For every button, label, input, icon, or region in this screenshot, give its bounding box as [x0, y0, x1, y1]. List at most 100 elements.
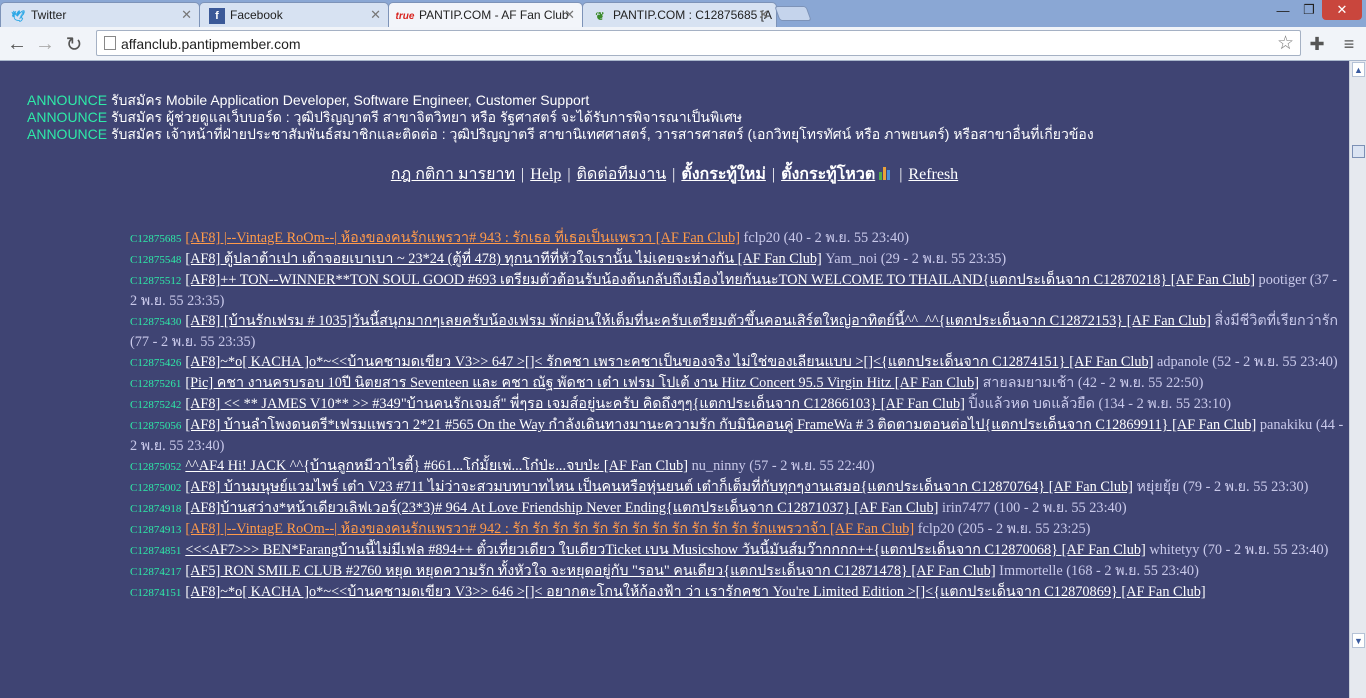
topic-id: C12875056 [130, 420, 182, 432]
topic-id: C12875512 [130, 275, 182, 287]
menu-separator: | [771, 166, 776, 183]
topic-title-link[interactable]: [AF8] บ้านลำโพงดนตรี*เฟรมแพรวา 2*21 #565… [185, 417, 1256, 433]
topic-row: C12874217 [AF5] RON SMILE CLUB #2760 หยุด… [130, 561, 1345, 582]
topic-title-link[interactable]: [AF8] |--VintagE RoOm--| ห้องของคนรักแพร… [185, 230, 740, 246]
tab-facebook[interactable]: f Facebook ✕ [199, 2, 389, 27]
facebook-icon: f [209, 8, 225, 24]
topic-meta: fclp20 (40 - 2 พ.ย. 55 23:40) [739, 230, 910, 246]
scroll-down-arrow-icon[interactable]: ▼ [1352, 633, 1365, 648]
vertical-scrollbar[interactable]: ▲ ▼ [1349, 61, 1366, 698]
topic-title-link[interactable]: [Pic] คชา งานครบรอบ 10ปี นิตยสาร Sevente… [185, 375, 979, 391]
bookmark-star-icon[interactable]: ☆ [1277, 32, 1294, 55]
topic-meta: หยุ่ยยุ้ย (79 - 2 พ.ย. 55 23:30) [1132, 479, 1309, 495]
tab-pantip-topic[interactable]: ❦ PANTIP.COM : C12875685 [A ✕ [582, 2, 777, 27]
topic-id: C12875261 [130, 378, 182, 390]
topic-title-link[interactable]: <<<AF7>>> BEN*Farangบ้านนี้ไม่มีเฟล #894… [185, 542, 1145, 558]
close-tab-icon[interactable]: ✕ [370, 7, 381, 23]
true-logo-icon: true [395, 10, 415, 22]
announcement-text: รับสมัคร Mobile Application Developer, S… [107, 92, 590, 108]
new-poll-link[interactable]: ตั้งกระทู้โหวต [781, 166, 875, 183]
topic-title-link[interactable]: ^^AF4 Hi! JACK ^^{บ้านลูกหมีวาไรตี้} #66… [185, 458, 688, 474]
topic-meta: adpanole (52 - 2 พ.ย. 55 23:40) [1153, 354, 1338, 370]
back-arrow-icon[interactable]: ← [4, 31, 30, 57]
extensions-puzzle-icon[interactable]: ✚ [1304, 31, 1330, 57]
topic-title-link[interactable]: [AF5] RON SMILE CLUB #2760 หยุด หยุดความ… [185, 563, 995, 579]
topic-id: C12874851 [130, 545, 182, 557]
close-window-button[interactable]: ✕ [1322, 0, 1362, 20]
topic-id: C12875242 [130, 399, 182, 411]
topic-title-link[interactable]: [AF8] ตู้ปลาต้าเปา เต้าจอยเบาเบา ~ 23*24… [185, 251, 821, 267]
topic-title-link[interactable]: [AF8]~*o[ KACHA ]o*~<<บ้านคชามดเขียว V3>… [185, 584, 1205, 600]
topic-meta: fclp20 (205 - 2 พ.ย. 55 23:25) [914, 521, 1091, 537]
tab-strip: 🕊 Twitter ✕ f Facebook ✕ true PANTIP.COM… [0, 0, 1366, 28]
topic-meta: irin7477 (100 - 2 พ.ย. 55 23:40) [938, 500, 1127, 516]
close-tab-icon[interactable]: ✕ [181, 7, 192, 23]
topic-row: C12875426 [AF8]~*o[ KACHA ]o*~<<บ้านคชามด… [130, 352, 1345, 373]
page-content: ANNOUNCE รับสมัคร Mobile Application Dev… [0, 61, 1349, 698]
menu-icon[interactable]: ≡ [1336, 31, 1362, 57]
tab-label: PANTIP.COM : C12875685 [A [613, 8, 772, 22]
topic-title-link[interactable]: [AF8] บ้านมนุษย์แวมไพร์ เต๋า V23 #711 ไม… [185, 479, 1133, 495]
menu-separator: | [672, 166, 676, 183]
new-tab-button[interactable] [774, 6, 812, 21]
topic-list: C12875685 [AF8] |--VintagE RoOm--| ห้องขอ… [130, 228, 1345, 603]
topic-id: C12875430 [130, 316, 182, 328]
menu-separator: | [899, 166, 903, 183]
tab-label: Twitter [31, 8, 67, 22]
topic-id: C12875685 [130, 233, 182, 245]
menu-separator: | [567, 166, 571, 183]
announcement-text: รับสมัคร ผู้ช่วยดูแลเว็บบอร์ด : วุฒิปริญ… [107, 109, 743, 125]
topic-id: C12875002 [130, 482, 182, 494]
scrollbar-thumb[interactable] [1352, 145, 1365, 158]
toolbar: ← → ↻ affanclub.pantipmember.com ☆ ✚ ≡ [0, 27, 1366, 61]
reload-icon[interactable]: ↻ [61, 31, 87, 57]
topic-title-link[interactable]: [AF8] [บ้านรักเฟรม # 1035]วันนี้สนุกมากๆ… [185, 313, 1211, 329]
minimize-button[interactable]: — [1270, 0, 1296, 20]
topic-row: C12875242 [AF8] << ** JAMES V10** >> #349… [130, 394, 1345, 415]
topic-row: C12875685 [AF8] |--VintagE RoOm--| ห้องขอ… [130, 228, 1345, 249]
topic-title-link[interactable]: [AF8]บ้านสว่าง*หน้าเดียวเลิฟเวอร์(23*3)#… [185, 500, 938, 516]
topic-row: C12875002 [AF8] บ้านมนุษย์แวมไพร์ เต๋า V2… [130, 477, 1345, 498]
announce-keyword: ANNOUNCE [27, 92, 108, 108]
scroll-up-arrow-icon[interactable]: ▲ [1352, 62, 1365, 77]
topic-title-link[interactable]: [AF8] |--VintagE RoOm--| ห้องของคนรักแพร… [185, 521, 914, 537]
forward-arrow-icon[interactable]: → [32, 31, 58, 57]
maximize-button[interactable]: ❐ [1296, 0, 1322, 20]
topic-row: C12874851 <<<AF7>>> BEN*Farangบ้านนี้ไม่ม… [130, 540, 1345, 561]
topic-id: C12875426 [130, 357, 182, 369]
topic-meta: ปิ้งแล้วหด บดแล้วยืด (134 - 2 พ.ย. 55 23… [964, 396, 1232, 412]
announcement-text: รับสมัคร เจ้าหน้าที่ฝ่ายประชาสัมพันธ์สมา… [107, 126, 1094, 142]
topic-id: C12874151 [130, 587, 182, 599]
topic-row: C12874913 [AF8] |--VintagE RoOm--| ห้องขอ… [130, 519, 1345, 540]
tab-pantip-affanclub[interactable]: true PANTIP.COM - AF Fan Club ✕ [388, 2, 583, 28]
topic-id: C12874913 [130, 524, 182, 536]
topic-meta: whitetyy (70 - 2 พ.ย. 55 23:40) [1145, 542, 1329, 558]
contact-link[interactable]: ติดต่อทีมงาน [577, 166, 667, 183]
announce-keyword: ANNOUNCE [27, 109, 108, 125]
new-topic-link[interactable]: ตั้งกระทู้ใหม่ [681, 166, 766, 183]
tab-label: Facebook [230, 8, 283, 22]
topic-id: C12875052 [130, 461, 182, 473]
url-text[interactable]: affanclub.pantipmember.com [121, 36, 301, 52]
topic-title-link[interactable]: [AF8] << ** JAMES V10** >> #349"บ้านคนรั… [185, 396, 965, 412]
topic-id: C12875548 [130, 254, 182, 266]
topic-title-link[interactable]: [AF8]++ TON--WINNER**TON SOUL GOOD #693 … [185, 272, 1255, 288]
close-tab-icon[interactable]: ✕ [758, 7, 769, 23]
refresh-link[interactable]: Refresh [908, 166, 958, 183]
topic-meta: nu_ninny (57 - 2 พ.ย. 55 22:40) [688, 458, 875, 474]
address-bar[interactable]: affanclub.pantipmember.com ☆ [96, 30, 1301, 56]
close-tab-icon[interactable]: ✕ [564, 7, 575, 23]
topic-title-link[interactable]: [AF8]~*o[ KACHA ]o*~<<บ้านคชามดเขียว V3>… [185, 354, 1153, 370]
cactus-icon: ❦ [595, 10, 605, 23]
topic-row: C12875056 [AF8] บ้านลำโพงดนตรี*เฟรมแพรวา … [130, 415, 1345, 456]
announce-keyword: ANNOUNCE [27, 126, 108, 142]
topic-row: C12875430 [AF8] [บ้านรักเฟรม # 1035]วันนี… [130, 311, 1345, 352]
topic-meta: Immortelle (168 - 2 พ.ย. 55 23:40) [995, 563, 1199, 579]
rules-link[interactable]: กฎ กติกา มารยาท [391, 166, 515, 183]
topic-id: C12874918 [130, 503, 182, 515]
help-link[interactable]: Help [530, 166, 561, 183]
tab-twitter[interactable]: 🕊 Twitter ✕ [0, 2, 200, 27]
topic-row: C12874151 [AF8]~*o[ KACHA ]o*~<<บ้านคชามด… [130, 582, 1345, 603]
announcement-3: ANNOUNCE รับสมัคร เจ้าหน้าที่ฝ่ายประชาสั… [27, 124, 1094, 146]
topic-row: C12875548 [AF8] ตู้ปลาต้าเปา เต้าจอยเบาเบ… [130, 249, 1345, 270]
